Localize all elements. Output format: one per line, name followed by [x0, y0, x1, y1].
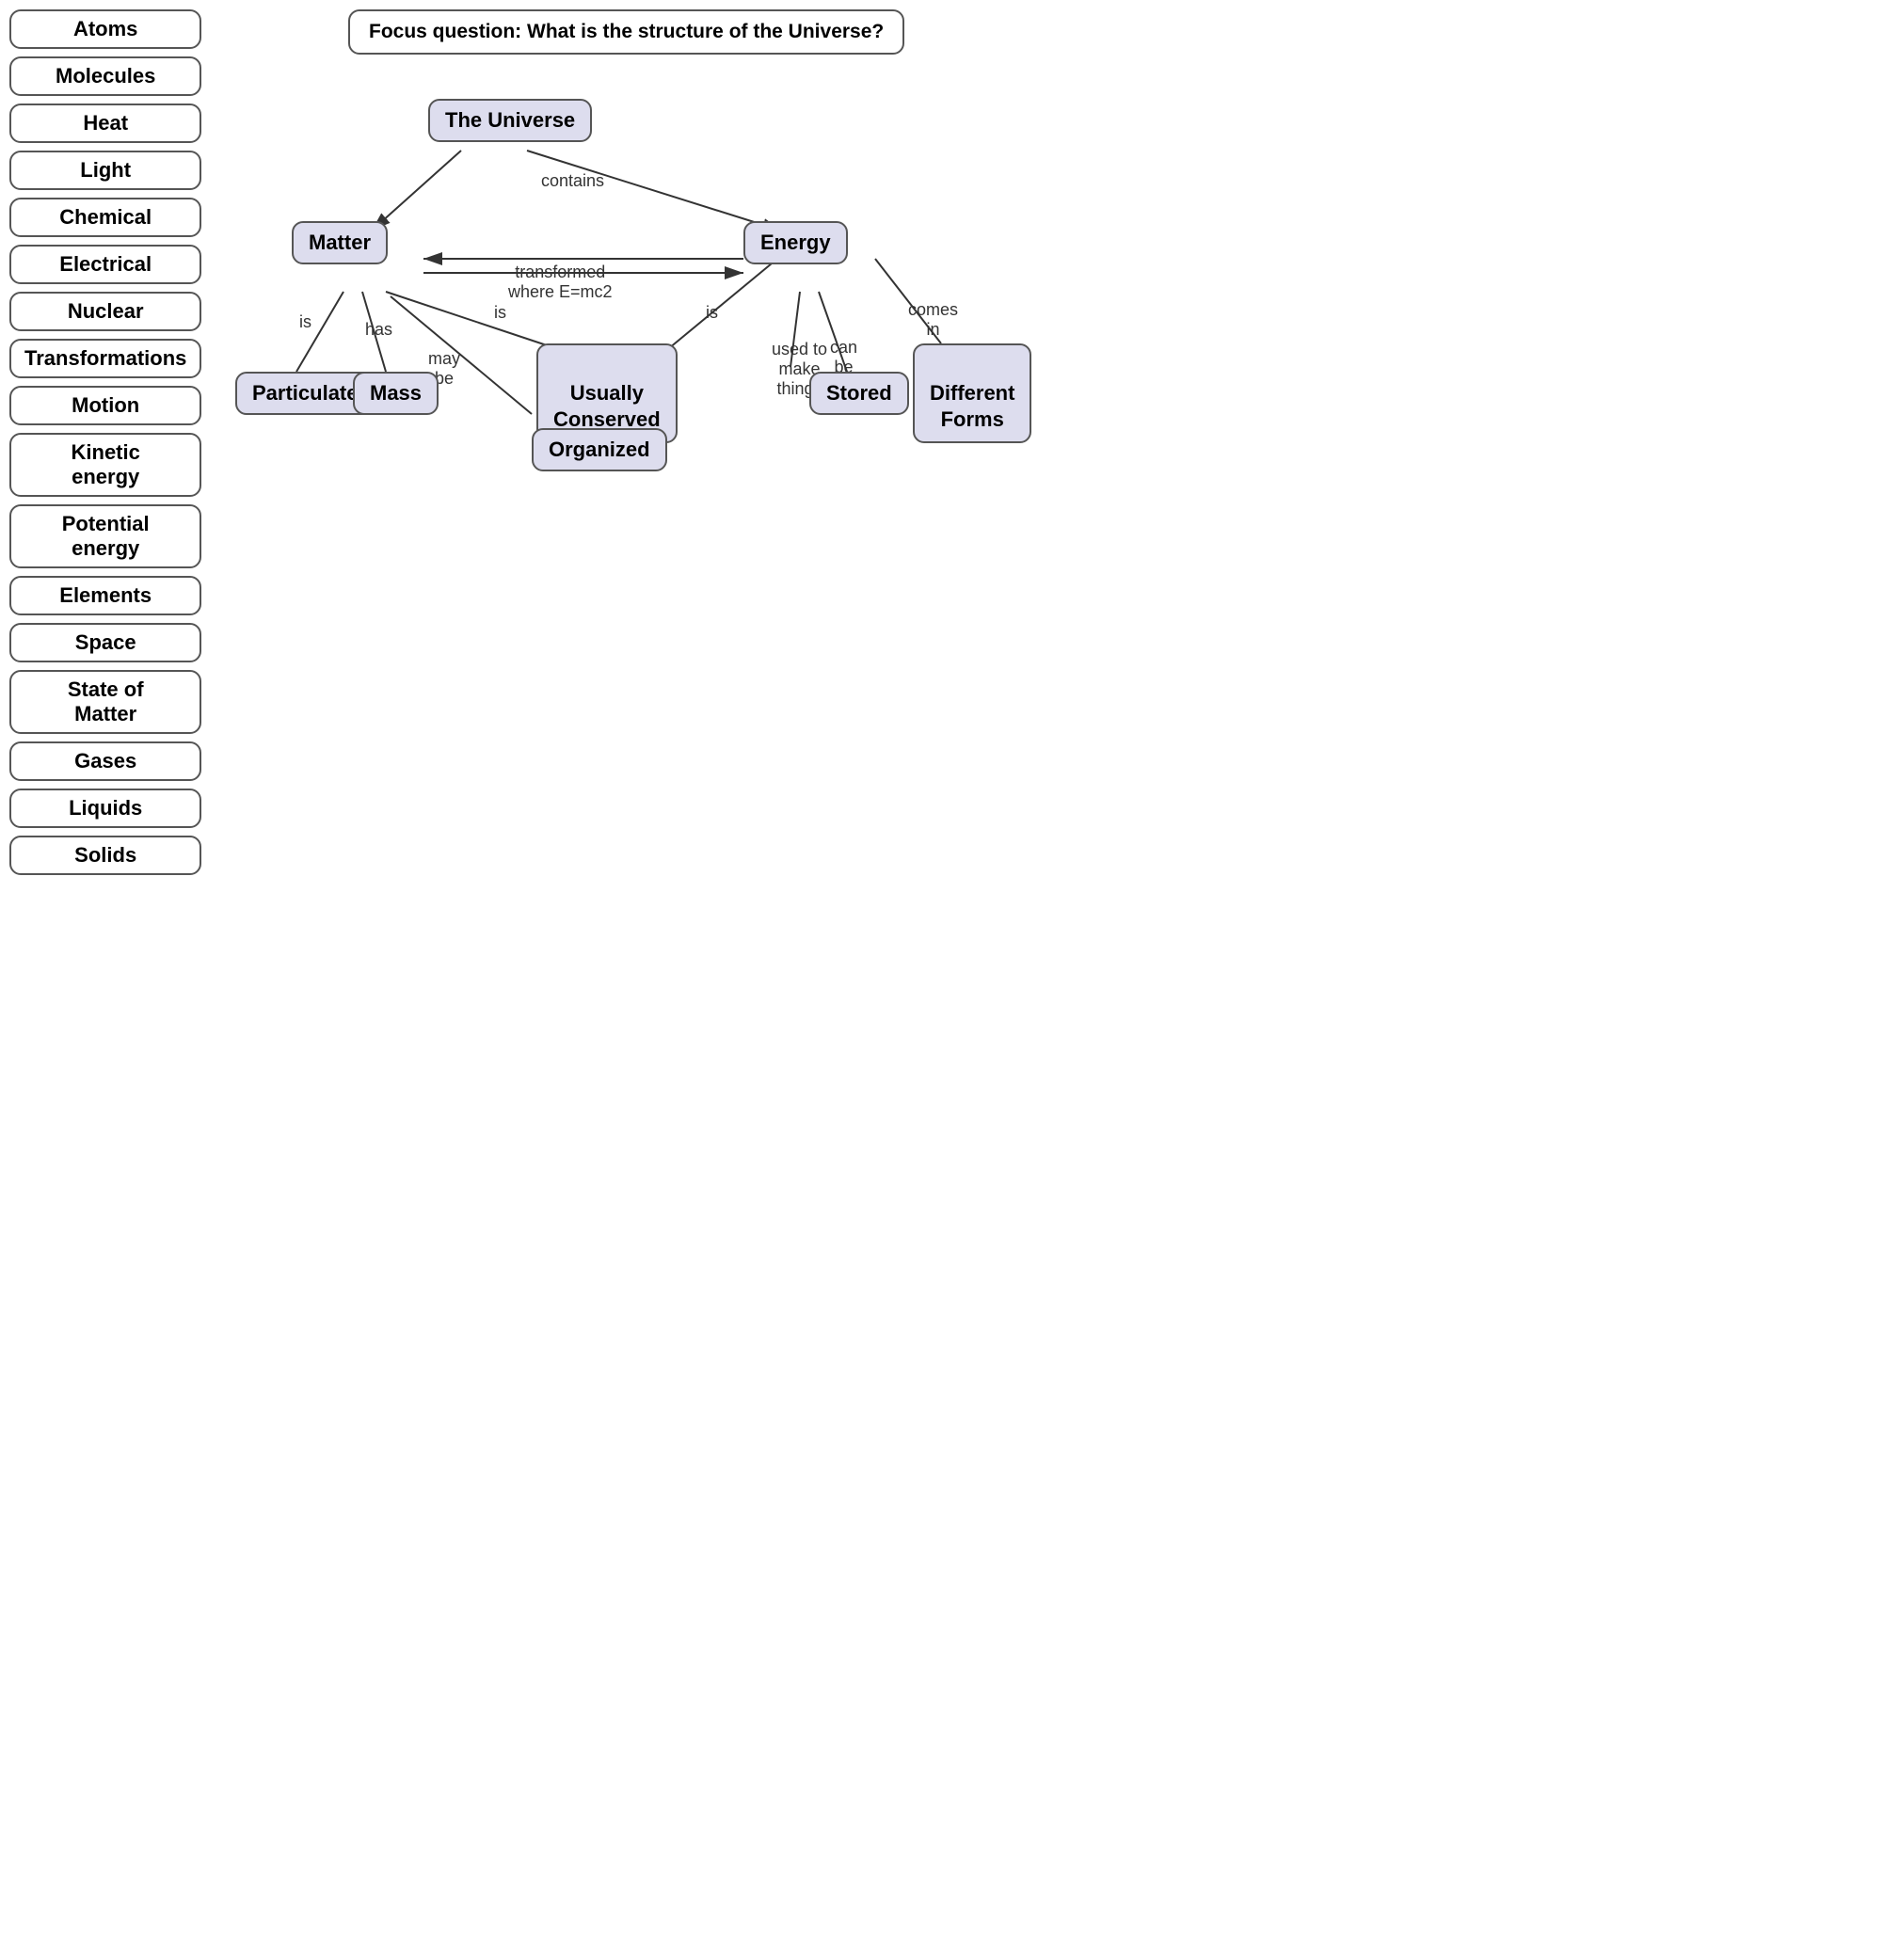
sidebar-item-motion[interactable]: Motion	[9, 386, 201, 425]
comes-in-label: comes in	[908, 280, 958, 340]
sidebar-item-heat[interactable]: Heat	[9, 104, 201, 143]
can-be-text: can be	[830, 338, 857, 376]
sidebar-item-chemical[interactable]: Chemical	[9, 198, 201, 237]
sidebar-item-state-of-matter[interactable]: State of Matter	[9, 670, 201, 734]
contains-label: contains	[541, 171, 604, 191]
different-forms-node[interactable]: Different Forms	[913, 343, 1031, 443]
different-forms-label: Different Forms	[930, 381, 1014, 432]
can-be-label: can be	[830, 318, 857, 377]
sidebar-item-transformations[interactable]: Transformations	[9, 339, 201, 378]
transformed-text: transformed where E=mc2	[508, 263, 613, 301]
sidebar-item-solids[interactable]: Solids	[9, 836, 201, 875]
comes-in-text: comes in	[908, 300, 958, 339]
sidebar-item-nuclear[interactable]: Nuclear	[9, 292, 201, 331]
focus-question-node: Focus question: What is the structure of…	[348, 9, 904, 55]
sidebar-item-gases[interactable]: Gases	[9, 741, 201, 781]
sidebar-item-atoms[interactable]: Atoms	[9, 9, 201, 49]
mass-label: Mass	[370, 381, 422, 405]
is3-label: is	[706, 303, 718, 323]
organized-node[interactable]: Organized	[532, 428, 667, 471]
is1-text: is	[299, 312, 311, 331]
has-label: has	[365, 320, 392, 340]
sidebar-item-kinetic-energy[interactable]: Kinetic energy	[9, 433, 201, 497]
contains-text: contains	[541, 171, 604, 190]
focus-question-text: Focus question: What is the structure of…	[369, 21, 884, 42]
sidebar: Atoms Molecules Heat Light Chemical Elec…	[9, 9, 201, 875]
transformed-label: transformed where E=mc2	[508, 243, 613, 302]
sidebar-item-elements[interactable]: Elements	[9, 576, 201, 615]
is3-text: is	[706, 303, 718, 322]
is2-label: is	[494, 303, 506, 323]
concept-map: Focus question: What is the structure of…	[188, 9, 1007, 593]
stored-node[interactable]: Stored	[809, 372, 909, 415]
organized-label: Organized	[549, 438, 650, 461]
universe-node[interactable]: The Universe	[428, 99, 592, 142]
is1-label: is	[299, 312, 311, 332]
sidebar-item-light[interactable]: Light	[9, 151, 201, 190]
is2-text: is	[494, 303, 506, 322]
matter-label: Matter	[309, 231, 371, 254]
matter-node[interactable]: Matter	[292, 221, 388, 264]
has-text: has	[365, 320, 392, 339]
particulate-label: Particulate	[252, 381, 359, 405]
sidebar-item-molecules[interactable]: Molecules	[9, 56, 201, 96]
stored-label: Stored	[826, 381, 892, 405]
sidebar-item-space[interactable]: Space	[9, 623, 201, 662]
universe-label: The Universe	[445, 108, 575, 132]
energy-label: Energy	[760, 231, 831, 254]
sidebar-item-liquids[interactable]: Liquids	[9, 789, 201, 828]
energy-node[interactable]: Energy	[743, 221, 848, 264]
mass-node[interactable]: Mass	[353, 372, 439, 415]
sidebar-item-electrical[interactable]: Electrical	[9, 245, 201, 284]
usually-conserved-label: Usually Conserved	[553, 381, 661, 432]
sidebar-item-potential-energy[interactable]: Potential energy	[9, 504, 201, 568]
